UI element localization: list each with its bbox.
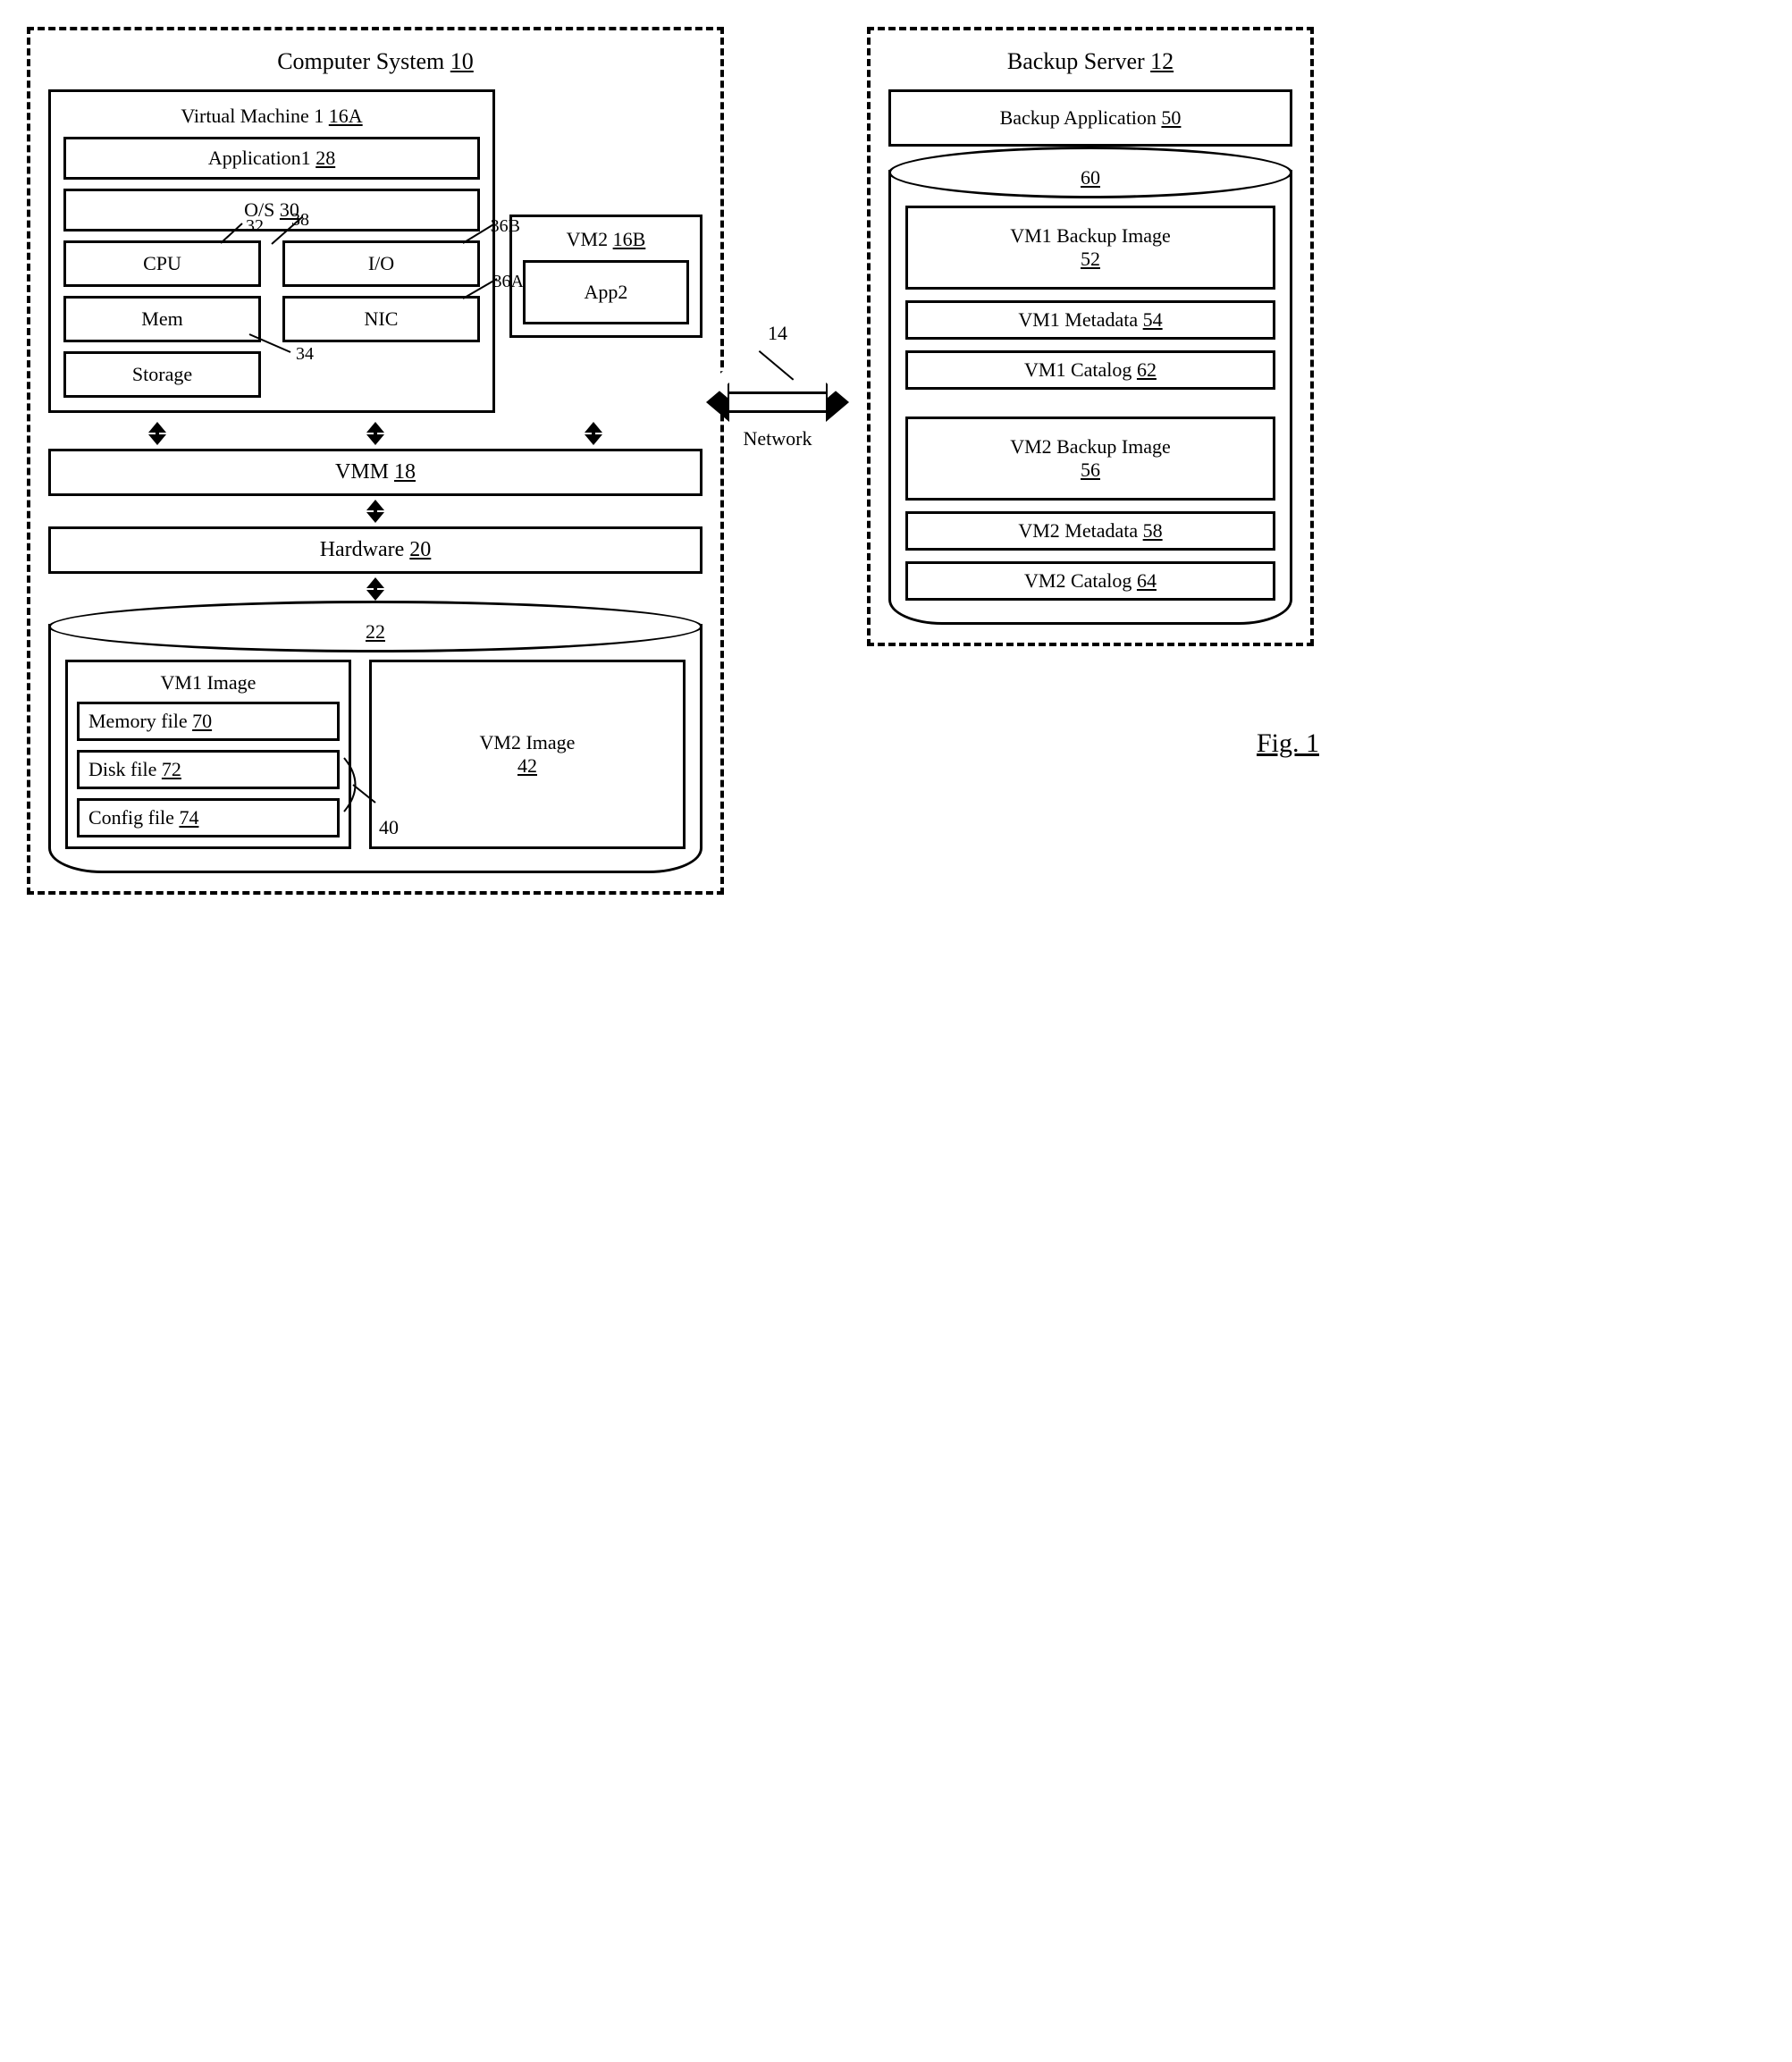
config-file: Config file 74 <box>77 798 340 837</box>
vm1-hardware-grid: CPU 32 Mem 34 Storage <box>63 240 480 398</box>
storage-cyl-ref: 22 <box>366 620 385 644</box>
backup-item: VM1 Backup Image52 <box>905 206 1275 290</box>
vm2-app: App2 <box>523 260 689 324</box>
vm1-image-group-ref: 40 <box>379 816 399 839</box>
arrows-vmm-hw <box>48 500 702 523</box>
dbl-arrow-icon <box>583 422 604 445</box>
vm1-cpu: CPU 32 <box>63 240 261 287</box>
backup-server-box: Backup Server 12 Backup Application 50 6… <box>867 27 1314 646</box>
diagram-root: Computer System 10 Virtual Machine 1 16A… <box>27 27 1765 895</box>
backup-item: VM1 Metadata 54 <box>905 300 1275 340</box>
backup-item-label: VM2 Catalog <box>1024 569 1132 592</box>
figure-label: Fig. 1 <box>1257 728 1319 759</box>
vm1-image-box: VM1 Image Memory file 70 Disk file 72 Co… <box>65 660 351 849</box>
dbl-arrow-icon <box>365 500 386 523</box>
backup-item: VM1 Catalog 62 <box>905 350 1275 390</box>
network-ref: 14 <box>768 322 787 345</box>
disk-file: Disk file 72 <box>77 750 340 789</box>
backup-item-ref: 62 <box>1137 358 1157 381</box>
lead-line-icon <box>340 753 384 816</box>
backup-item-label: VM2 Metadata <box>1018 519 1138 542</box>
hardware-bar: Hardware 20 <box>48 526 702 574</box>
backup-item-ref: 52 <box>1081 248 1100 270</box>
network-label: Network <box>744 427 812 450</box>
vm1-title: Virtual Machine 1 16A <box>63 105 480 128</box>
computer-system-title: Computer System 10 <box>48 48 702 75</box>
vm1-app: Application1 28 <box>63 137 480 180</box>
backup-item-label: VM1 Backup Image <box>917 224 1264 248</box>
backup-item-label: VM1 Catalog <box>1024 358 1132 381</box>
backup-item-ref: 64 <box>1137 569 1157 592</box>
backup-item-ref: 56 <box>1081 459 1100 481</box>
computer-system-title-text: Computer System <box>277 48 444 74</box>
backup-server-title: Backup Server 12 <box>888 48 1292 75</box>
dbl-arrow-icon <box>365 577 386 601</box>
vm1-io: I/O 36B <box>282 240 480 287</box>
vm1-mem: Mem 34 <box>63 296 261 342</box>
vm1-divider-ref: 38 <box>291 210 309 231</box>
network-arrow-icon <box>706 383 849 422</box>
vm2-image-box: VM2 Image 42 <box>369 660 686 849</box>
vm1-box: Virtual Machine 1 16A Application1 28 O/… <box>48 89 495 413</box>
lead-line-icon <box>760 350 795 383</box>
backup-item-ref: 58 <box>1143 519 1163 542</box>
local-storage-cylinder: 22 VM1 Image Memory file 70 Disk file 72 <box>48 624 702 873</box>
dbl-arrow-icon <box>365 422 386 445</box>
computer-system-ref: 10 <box>450 48 474 74</box>
backup-cyl-ref: 60 <box>1081 166 1100 189</box>
arrows-hw-storage <box>48 577 702 601</box>
vm1-os: O/S 30 <box>63 189 480 231</box>
vm1-storage: Storage <box>63 351 261 398</box>
memory-file: Memory file 70 <box>77 702 340 741</box>
computer-system-box: Computer System 10 Virtual Machine 1 16A… <box>27 27 724 895</box>
backup-storage-cylinder: 60 VM1 Backup Image52VM1 Metadata 54VM1 … <box>888 170 1292 625</box>
vm2-box: VM2 16B App2 <box>509 215 702 338</box>
vm1-image-title: VM1 Image <box>77 671 340 694</box>
arrows-vm-to-vmm <box>48 422 702 445</box>
backup-item: VM2 Metadata 58 <box>905 511 1275 551</box>
backup-application: Backup Application 50 <box>888 89 1292 147</box>
network-connector: 14 Network <box>724 322 831 450</box>
backup-item: VM2 Catalog 64 <box>905 561 1275 601</box>
backup-item-label: VM2 Backup Image <box>917 435 1264 459</box>
backup-item: VM2 Backup Image56 <box>905 417 1275 501</box>
backup-item-label: VM1 Metadata <box>1018 308 1138 331</box>
vm2-title: VM2 16B <box>523 228 689 251</box>
dbl-arrow-icon <box>147 422 168 445</box>
vmm-bar: VMM 18 <box>48 449 702 496</box>
backup-item-ref: 54 <box>1143 308 1163 331</box>
vm1-nic: NIC 36A <box>282 296 480 342</box>
